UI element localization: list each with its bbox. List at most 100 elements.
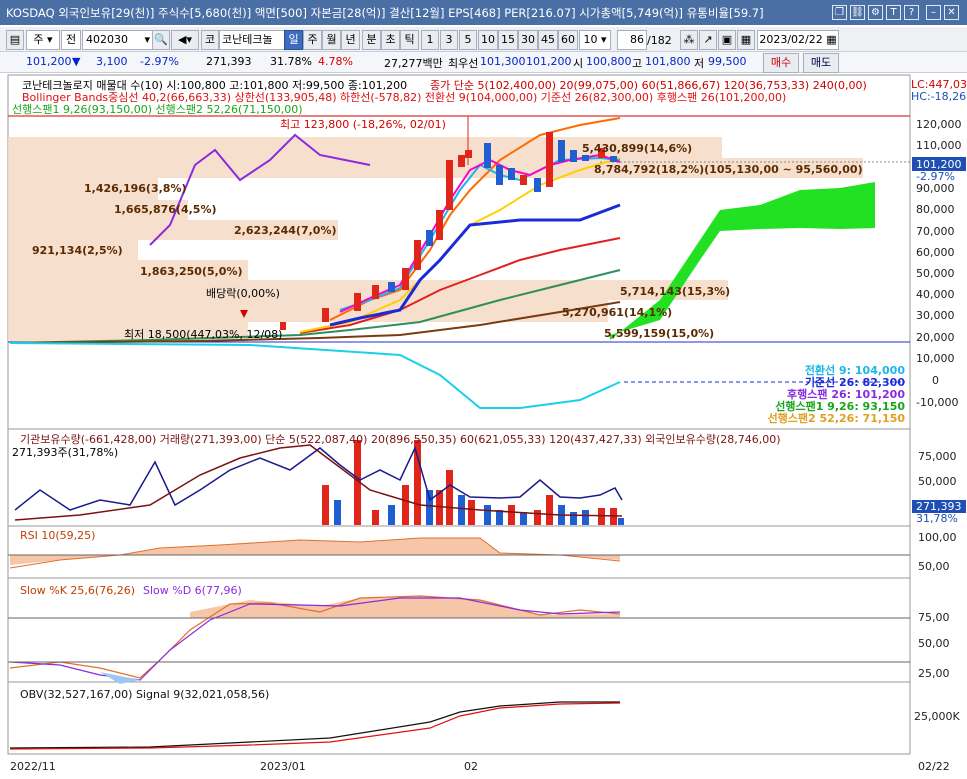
- mode-label: 주: [33, 33, 44, 46]
- candle: [354, 293, 361, 311]
- price-tag-pct: -2.97%: [916, 170, 955, 183]
- search-icon[interactable]: 🔍: [152, 30, 170, 50]
- x-tick: 2023/01: [260, 760, 306, 773]
- profile-label: 8,784,792(18,2%)(105,130,00 ~ 95,560,00): [594, 163, 863, 176]
- stoch-tick: 75,00: [918, 611, 950, 624]
- quote-bar: 101,200 ▼ 3,100 -2.97% 271,393 31.78% 4.…: [0, 52, 967, 73]
- ichimoku-label: 선행스팬1 9,26: 93,150: [775, 399, 905, 413]
- mode-select[interactable]: 주 ▾: [26, 30, 60, 50]
- sound-icon[interactable]: ◀▾: [171, 30, 199, 50]
- period-month[interactable]: 월: [322, 30, 341, 50]
- candle: [534, 178, 541, 192]
- interval-10[interactable]: 10: [478, 30, 498, 50]
- volume-bar: [372, 510, 379, 525]
- count-total: /182: [647, 34, 672, 47]
- calendar-icon[interactable]: ▦: [737, 30, 755, 50]
- minimize-icon[interactable]: –: [926, 5, 941, 20]
- price-tick: 120,000: [916, 118, 962, 131]
- interval-3[interactable]: 3: [440, 30, 458, 50]
- interval-5[interactable]: 5: [459, 30, 477, 50]
- volume-bar: [388, 505, 395, 525]
- low-note: 최저 18,500(447,03%, 12/08): [124, 328, 282, 341]
- stoch-tick: 25,00: [918, 667, 950, 680]
- interval-15[interactable]: 15: [498, 30, 518, 50]
- period-year[interactable]: 년: [341, 30, 360, 50]
- count-input[interactable]: 86: [617, 30, 647, 50]
- volume-sub: 271,393주(31,78%): [12, 446, 118, 459]
- open-value: 100,800: [586, 55, 632, 68]
- volume-bar: [496, 510, 503, 525]
- x-tick: 02: [464, 760, 478, 773]
- profile-label: 5,270,961(14,1%): [562, 306, 672, 319]
- candle: [322, 308, 329, 322]
- profile-label: 1,426,196(3,8%): [84, 182, 187, 195]
- rsi-tick: 50,00: [918, 560, 950, 573]
- code-value: 402030: [86, 33, 128, 46]
- quote-pct: -2.97%: [140, 55, 179, 68]
- rsi-tick: 100,00: [918, 531, 957, 544]
- quote-price: 101,200: [26, 55, 72, 68]
- price-tick: 90,000: [916, 182, 955, 195]
- sell-button[interactable]: 매도: [803, 53, 839, 73]
- save-icon[interactable]: ▣: [718, 30, 736, 50]
- price-tick: 110,000: [916, 139, 962, 152]
- interval-select[interactable]: 10 ▾: [579, 30, 611, 50]
- price-tick: 50,000: [916, 267, 955, 280]
- quote-change: 3,100: [96, 55, 128, 68]
- high-label: 고: [632, 57, 643, 70]
- stock-name[interactable]: 코난테크놀: [219, 30, 285, 50]
- obv-legend: OBV(32,527,167,00) Signal 9(32,021,058,5…: [20, 688, 269, 701]
- copy-icon[interactable]: ❐: [832, 5, 847, 20]
- best-ask-label: 최우선: [448, 57, 479, 70]
- profile-label: 921,134(2,5%): [32, 244, 123, 257]
- pin-icon[interactable]: T: [886, 5, 901, 20]
- settings-icon[interactable]: ⚙: [868, 5, 883, 20]
- candle: [372, 285, 379, 299]
- period-tick[interactable]: 틱: [400, 30, 419, 50]
- volume-bar: [618, 518, 624, 525]
- trend-icon[interactable]: ↗: [699, 30, 717, 50]
- interval-select-value: 10: [583, 33, 598, 46]
- price-panel-frame: [7, 74, 911, 430]
- price-tick: 0: [932, 374, 939, 387]
- candle: [520, 175, 527, 185]
- down-arrow-icon: ▼: [72, 55, 81, 68]
- code-input[interactable]: 402030 ▾: [82, 30, 153, 50]
- price-tick: 70,000: [916, 225, 955, 238]
- market-badge[interactable]: 코: [201, 30, 219, 50]
- period-minute[interactable]: 분: [362, 30, 381, 50]
- interval-45[interactable]: 45: [538, 30, 558, 50]
- high-value: 101,800: [645, 55, 691, 68]
- grid-icon[interactable]: ⁂: [680, 30, 698, 50]
- volume-bar: [414, 440, 421, 525]
- candle: [546, 132, 553, 187]
- candle: [446, 160, 453, 210]
- volume-tag-pct: 31,78%: [916, 512, 958, 525]
- low-value: 99,500: [708, 55, 747, 68]
- period-second[interactable]: 초: [381, 30, 400, 50]
- candle: [570, 150, 577, 162]
- interval-30[interactable]: 30: [518, 30, 538, 50]
- buy-button[interactable]: 매수: [763, 53, 799, 73]
- span-legend: 선행스팬1 9,26(93,150,00) 선행스팬2 52,26(71,150…: [12, 103, 303, 116]
- ichimoku-label: 전환선 9: 104,000: [805, 363, 906, 377]
- hc-label: HC:-18,26: [911, 90, 966, 103]
- interval-1[interactable]: 1: [421, 30, 439, 50]
- menu-icon[interactable]: ▤: [6, 30, 24, 50]
- stock-chart[interactable]: 120,000 110,000 90,000 80,000 70,000 60,…: [0, 73, 967, 779]
- interval-60[interactable]: 60: [558, 30, 578, 50]
- link-icon[interactable]: ⛓: [850, 5, 865, 20]
- period-week[interactable]: 주: [303, 30, 322, 50]
- obv-tick: 25,000K: [914, 710, 960, 723]
- date-input[interactable]: 2023/02/22 ▦: [757, 30, 839, 50]
- best-bid: 101,200: [526, 55, 572, 68]
- candle: [458, 155, 465, 167]
- ichimoku-label: 선행스팬2 52,26: 71,150: [768, 411, 906, 425]
- bb-legend: Bollinger Bands중심선 40,2(66,663,33) 상한선(1…: [22, 90, 786, 104]
- x-axis: 2022/11 2023/01 02 02/22: [10, 760, 950, 773]
- close-icon[interactable]: ✕: [944, 5, 959, 20]
- period-day[interactable]: 일: [284, 30, 303, 50]
- market-select[interactable]: 전: [61, 30, 81, 50]
- x-tick: 2022/11: [10, 760, 56, 773]
- help-icon[interactable]: ?: [904, 5, 919, 20]
